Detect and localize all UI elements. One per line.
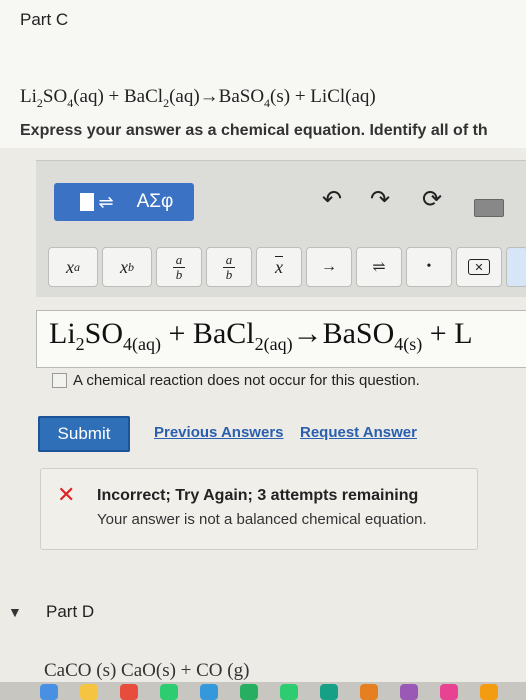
app-dock [0, 682, 526, 700]
dock-app-icon[interactable] [480, 684, 498, 700]
undo-icon[interactable]: ↶ [322, 185, 342, 214]
delete-key[interactable]: ✕ [456, 247, 502, 287]
vector-key[interactable]: x [256, 247, 302, 287]
dock-app-icon[interactable] [360, 684, 378, 700]
template-square-icon [80, 193, 95, 211]
part-d-title: Part D [46, 602, 95, 621]
fraction-alt-key[interactable]: ab [206, 247, 252, 287]
dock-app-icon[interactable] [200, 684, 218, 700]
delete-icon: ✕ [468, 259, 490, 275]
dock-app-icon[interactable] [400, 684, 418, 700]
subscript-key[interactable]: xb [102, 247, 152, 287]
fraction-key[interactable]: ab [156, 247, 202, 287]
request-answer-link[interactable]: Request Answer [300, 424, 417, 441]
greek-symbols-button[interactable]: ΑΣφ [116, 183, 194, 221]
reaction-arrow-key[interactable]: → [306, 247, 352, 287]
equilibrium-arrow-icon: ⇌ [98, 191, 114, 212]
dock-app-icon[interactable] [160, 684, 178, 700]
caret-down-icon: ▼ [8, 604, 22, 620]
no-reaction-option[interactable]: A chemical reaction does not occur for t… [52, 372, 420, 389]
incorrect-x-icon: ✕ [57, 483, 76, 508]
part-d-header[interactable]: ▼ Part D [0, 596, 526, 632]
dock-app-icon[interactable] [280, 684, 298, 700]
keyboard-icon[interactable] [474, 199, 504, 217]
superscript-key[interactable]: xa [48, 247, 98, 287]
dock-app-icon[interactable] [320, 684, 338, 700]
dock-app-icon[interactable] [120, 684, 138, 700]
equilibrium-key[interactable]: ⇌ [356, 247, 402, 287]
answer-input[interactable]: Li2SO4(aq) + BaCl2(aq)→BaSO4(s) + L [36, 310, 526, 368]
feedback-message: Your answer is not a balanced chemical e… [97, 511, 427, 528]
dot-key[interactable]: • [406, 247, 452, 287]
no-reaction-checkbox[interactable] [52, 373, 67, 388]
dock-app-icon[interactable] [40, 684, 58, 700]
submit-button[interactable]: Submit [38, 416, 130, 452]
part-c-title: Part C [20, 10, 69, 29]
dock-app-icon[interactable] [80, 684, 98, 700]
no-reaction-label: A chemical reaction does not occur for t… [73, 372, 420, 389]
part-d-equation: CaCO (s) CaO(s) + CO (g) [44, 660, 250, 681]
instruction-text: Express your answer as a chemical equati… [20, 122, 488, 139]
redo-icon[interactable]: ↷ [370, 185, 390, 214]
feedback-title: Incorrect; Try Again; 3 attempts remaini… [97, 487, 419, 504]
dock-app-icon[interactable] [240, 684, 258, 700]
equation-editor-toolbar: ⇌ ΑΣφ ↶ ↷ ⟳ xa xb ab ab x → ⇌ • ✕ [36, 160, 526, 297]
previous-answers-link[interactable]: Previous Answers [154, 424, 284, 441]
feedback-panel: ✕ Incorrect; Try Again; 3 attempts remai… [40, 468, 478, 550]
dock-app-icon[interactable] [440, 684, 458, 700]
more-keys-button[interactable] [506, 247, 526, 287]
given-equation: Li2SO4(aq) + BaCl2(aq)→BaSO4(s) + LiCl(a… [20, 86, 376, 110]
reset-icon[interactable]: ⟳ [422, 185, 442, 214]
